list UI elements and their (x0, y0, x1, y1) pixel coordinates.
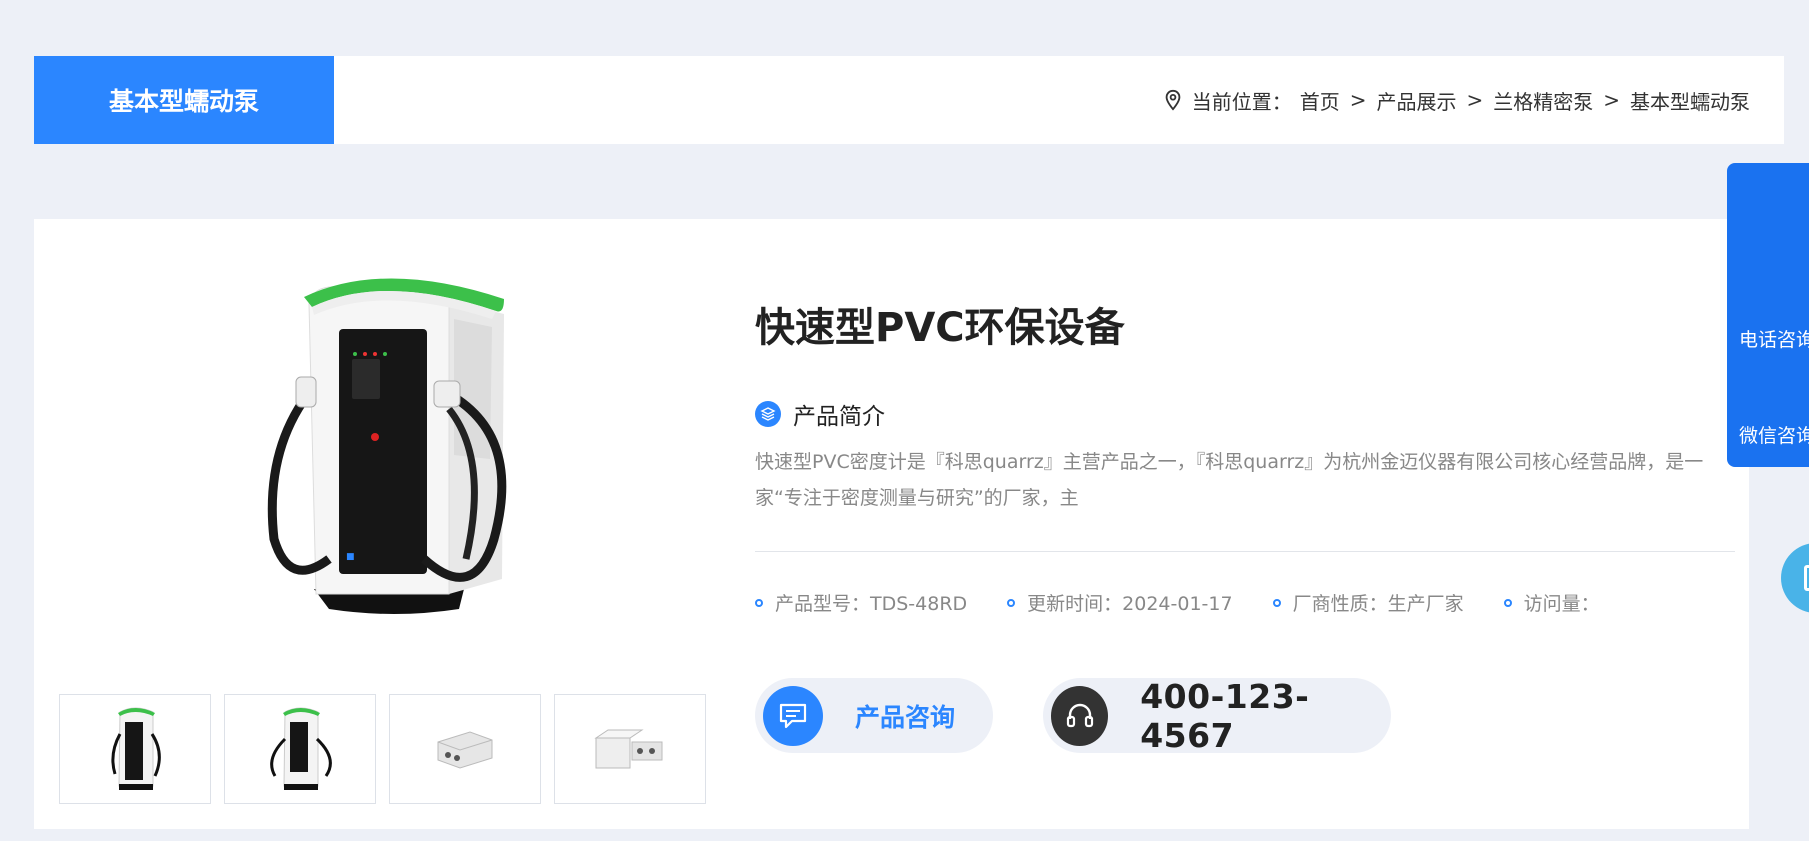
bullet-icon (755, 598, 763, 607)
thumbnail[interactable] (554, 694, 706, 804)
product-card: ■ 快速型PVC环保设备 产品简介 快速型PVC密度计是『科思quarrz』主营… (34, 219, 1749, 829)
meta-visits-text: 访问量： (1523, 593, 1600, 615)
product-meta: 产品型号：TDS-48RD 更新时间：2024-01-17 厂商性质：生产厂家 … (755, 589, 1640, 616)
breadcrumb-current[interactable]: 基本型蠕动泵 (1630, 86, 1750, 115)
breadcrumb-separator: > (1349, 88, 1367, 112)
mobile-icon[interactable] (1781, 543, 1809, 613)
product-main-image: ■ (267, 278, 507, 614)
wechat-consult-link[interactable]: 微信咨询 (1739, 421, 1809, 448)
meta-updated-text: 更新时间：2024-01-17 (1027, 593, 1233, 615)
breadcrumb-category[interactable]: 兰格精密泵 (1493, 86, 1593, 115)
breadcrumb: 当前位置： 首页 > 产品展示 > 兰格精密泵 > 基本型蠕动泵 (1162, 56, 1750, 144)
bullet-icon (1272, 598, 1281, 607)
phone-consult-link[interactable]: 电话咨询 (1739, 325, 1809, 352)
intro-heading: 产品简介 (755, 397, 885, 431)
consult-label: 产品咨询 (855, 702, 956, 732)
phone-number-block[interactable]: 400-123-4567 (1043, 676, 1391, 755)
breadcrumb-label: 当前位置： (1191, 89, 1292, 114)
meta-vendor-type-text: 厂商性质：生产厂家 (1292, 593, 1464, 615)
bullet-icon (1007, 598, 1016, 607)
floating-contact-panel: 电话咨询 微信咨询 (1727, 163, 1809, 467)
thumbnail[interactable] (224, 694, 376, 804)
intro-heading-label: 产品简介 (793, 404, 885, 430)
meta-vendor-type: 厂商性质：生产厂家 (1272, 589, 1464, 616)
location-pin-icon (1165, 89, 1181, 111)
intro-text: 快速型PVC密度计是『科思quarrz』主营产品之一，『科思quarrz』为杭州… (755, 451, 1704, 509)
product-title: 快速型PVC环保设备 (755, 305, 1125, 351)
top-bar: 基本型蠕动泵 当前位置： 首页 > 产品展示 > 兰格精密泵 > 基本型蠕动泵 (34, 56, 1784, 144)
thumbnail[interactable] (389, 694, 541, 804)
meta-updated: 更新时间：2024-01-17 (1007, 589, 1233, 616)
breadcrumb-separator: > (1603, 88, 1620, 112)
divider (755, 551, 1735, 552)
thumbnail-strip (59, 694, 706, 804)
breadcrumb-home[interactable]: 首页 (1300, 86, 1340, 115)
bullet-icon (1503, 598, 1512, 607)
layers-icon (755, 401, 781, 427)
category-title: 基本型蠕动泵 (34, 56, 334, 144)
chat-icon (763, 685, 823, 746)
meta-visits: 访问量： (1503, 589, 1600, 616)
breadcrumb-separator: > (1466, 88, 1484, 112)
consult-button[interactable]: 产品咨询 (755, 678, 993, 753)
thumbnail[interactable] (59, 694, 211, 804)
meta-model-text: 产品型号：TDS-48RD (775, 593, 968, 615)
headset-icon (1051, 685, 1109, 746)
phone-number: 400-123-4567 (1140, 676, 1310, 755)
breadcrumb-products[interactable]: 产品展示 (1376, 86, 1456, 115)
svg-text:■: ■ (346, 552, 355, 562)
meta-model: 产品型号：TDS-48RD (755, 589, 967, 616)
